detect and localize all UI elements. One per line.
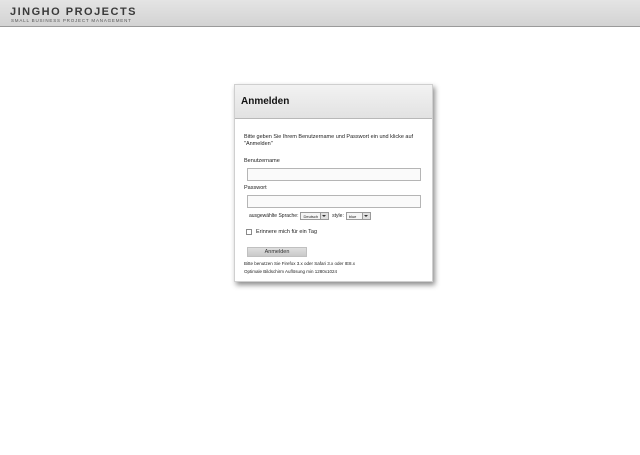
style-select[interactable]: blue	[345, 212, 372, 220]
style-select-value: blue	[348, 213, 357, 219]
username-input[interactable]	[247, 168, 421, 181]
chevron-down-icon	[362, 213, 371, 219]
login-panel-header: Anmelden	[235, 85, 432, 119]
style-label: style:	[332, 213, 344, 219]
password-label: Passwort	[244, 185, 267, 191]
language-label: ausgewählte Sprache:	[249, 213, 299, 219]
login-submit-button[interactable]: Anmelden	[247, 247, 307, 257]
language-select-value: Deutsch	[303, 213, 319, 219]
login-instructions: Bitte geben Sie Ihrem Benutzername und P…	[244, 134, 414, 147]
chevron-down-icon	[320, 213, 329, 219]
top-header-bar: JINGHO PROJECTS SMALL BUSINESS PROJECT M…	[0, 0, 640, 27]
brand-title: JINGHO PROJECTS	[10, 6, 138, 18]
login-title: Anmelden	[241, 96, 290, 107]
remember-me-label: Erinnere mich für ein Tag	[256, 229, 318, 235]
username-label: Benutzername	[244, 158, 280, 164]
remember-me-row[interactable]: Erinnere mich für ein Tag	[246, 229, 317, 235]
remember-me-checkbox[interactable]	[246, 229, 252, 235]
brand-subtitle: SMALL BUSINESS PROJECT MANAGEMENT	[11, 18, 132, 23]
login-panel: Anmelden Bitte geben Sie Ihrem Benutzern…	[234, 84, 433, 282]
language-style-row: ausgewählte Sprache: Deutsch style: blue	[249, 212, 374, 220]
password-input[interactable]	[247, 195, 421, 208]
resolution-note: Optimale Bildschirm Auflösung min 1280x1…	[244, 269, 338, 274]
language-select[interactable]: Deutsch	[300, 212, 330, 220]
browser-note: Bitte benutzen Sie Firefox 3.x oder Safa…	[244, 261, 356, 266]
